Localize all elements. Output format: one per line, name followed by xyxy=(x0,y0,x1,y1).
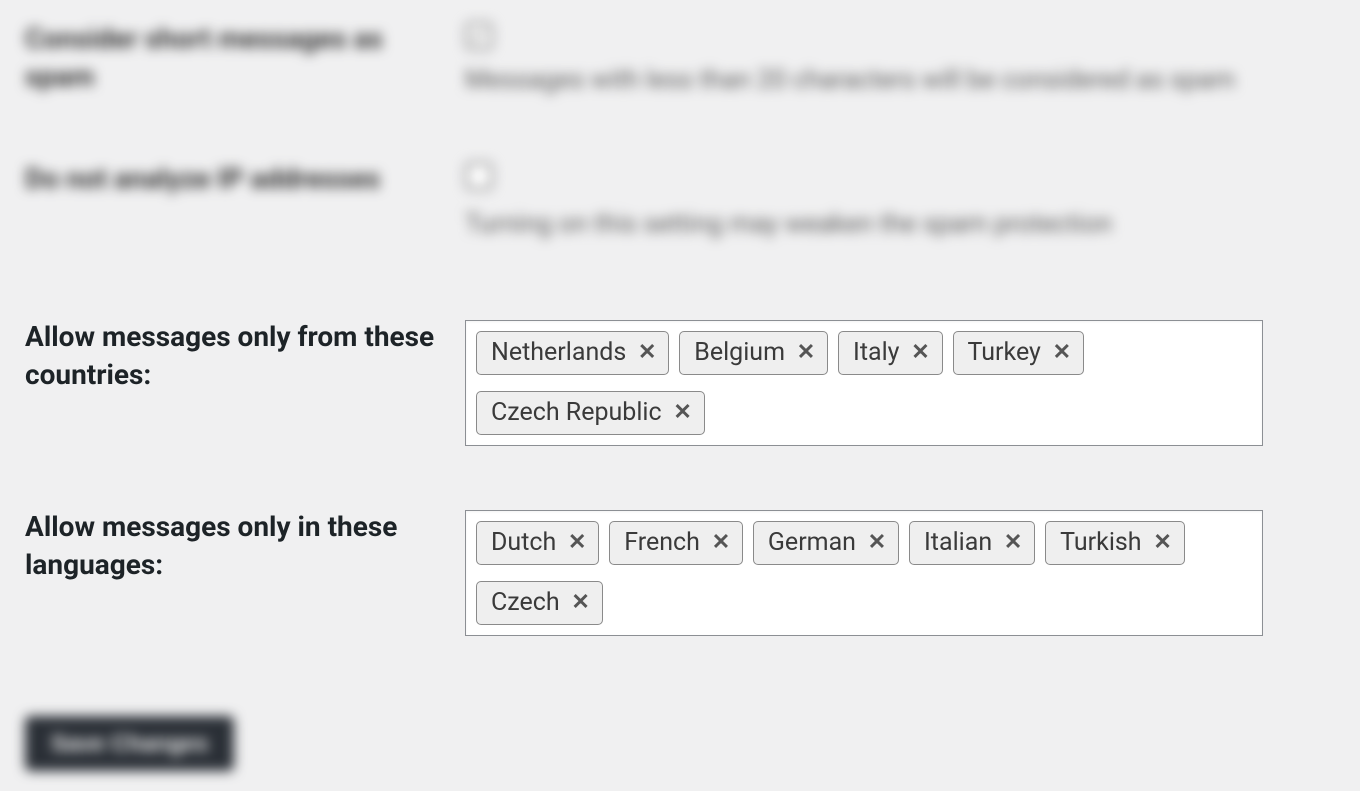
tag-label: Dutch xyxy=(491,528,556,558)
tag-label: Italy xyxy=(853,338,899,368)
tag-label: Czech Republic xyxy=(491,398,662,428)
close-icon[interactable]: ✕ xyxy=(710,532,732,554)
description-short-messages: Messages with less than 20 characters wi… xyxy=(465,62,1335,100)
tag-label: Turkish xyxy=(1060,528,1141,558)
description-no-ip: Turning on this setting may weaken the s… xyxy=(465,206,1335,244)
tag-label: Netherlands xyxy=(491,338,626,368)
tag-language: German ✕ xyxy=(753,521,899,565)
field-short-messages: ✓ Messages with less than 20 characters … xyxy=(465,20,1335,100)
save-button[interactable]: Save Changes xyxy=(25,716,234,771)
tag-label: Turkey xyxy=(968,338,1041,368)
close-icon[interactable]: ✕ xyxy=(1002,532,1024,554)
save-row: Save Changes xyxy=(0,656,1360,791)
close-icon[interactable]: ✕ xyxy=(636,342,658,364)
close-icon[interactable]: ✕ xyxy=(795,342,817,364)
tag-country: Netherlands ✕ xyxy=(476,331,669,375)
label-short-messages: Consider short messages as spam xyxy=(25,20,465,96)
setting-row-languages: Allow messages only in these languages: … xyxy=(0,466,1360,656)
close-icon[interactable]: ✕ xyxy=(570,592,592,614)
tag-label: Italian xyxy=(924,528,992,558)
close-icon[interactable]: ✕ xyxy=(910,342,932,364)
tag-country: Italy ✕ xyxy=(838,331,942,375)
tag-country: Turkey ✕ xyxy=(953,331,1084,375)
setting-row-countries: Allow messages only from these countries… xyxy=(0,263,1360,466)
label-no-ip: Do not analyze IP addresses xyxy=(25,160,465,198)
tag-label: Czech xyxy=(491,588,560,618)
setting-row-short-messages: Consider short messages as spam ✓ Messag… xyxy=(0,0,1360,120)
tag-language: Turkish ✕ xyxy=(1045,521,1184,565)
close-icon[interactable]: ✕ xyxy=(672,402,694,424)
close-icon[interactable]: ✕ xyxy=(1152,532,1174,554)
setting-row-no-ip: Do not analyze IP addresses Turning on t… xyxy=(0,120,1360,264)
tag-country: Czech Republic ✕ xyxy=(476,391,705,435)
label-languages: Allow messages only in these languages: xyxy=(25,508,465,584)
languages-tag-input[interactable]: Dutch ✕ French ✕ German ✕ Italian ✕ Turk… xyxy=(465,510,1263,636)
label-countries: Allow messages only from these countries… xyxy=(25,318,465,394)
tag-language: Czech ✕ xyxy=(476,581,603,625)
close-icon[interactable]: ✕ xyxy=(566,532,588,554)
tag-label: German xyxy=(768,528,856,558)
settings-form: Consider short messages as spam ✓ Messag… xyxy=(0,0,1360,791)
close-icon[interactable]: ✕ xyxy=(866,532,888,554)
field-no-ip: Turning on this setting may weaken the s… xyxy=(465,160,1335,244)
tag-language: French ✕ xyxy=(609,521,743,565)
tag-language: Dutch ✕ xyxy=(476,521,599,565)
checkbox-no-ip[interactable] xyxy=(465,162,493,190)
close-icon[interactable]: ✕ xyxy=(1051,342,1073,364)
tag-country: Belgium ✕ xyxy=(679,331,828,375)
field-countries: Netherlands ✕ Belgium ✕ Italy ✕ Turkey ✕… xyxy=(465,318,1335,446)
countries-tag-input[interactable]: Netherlands ✕ Belgium ✕ Italy ✕ Turkey ✕… xyxy=(465,320,1263,446)
checkbox-short-messages[interactable]: ✓ xyxy=(465,22,493,50)
tag-label: Belgium xyxy=(694,338,785,368)
tag-label: French xyxy=(624,528,700,558)
field-languages: Dutch ✕ French ✕ German ✕ Italian ✕ Turk… xyxy=(465,508,1335,636)
tag-language: Italian ✕ xyxy=(909,521,1035,565)
